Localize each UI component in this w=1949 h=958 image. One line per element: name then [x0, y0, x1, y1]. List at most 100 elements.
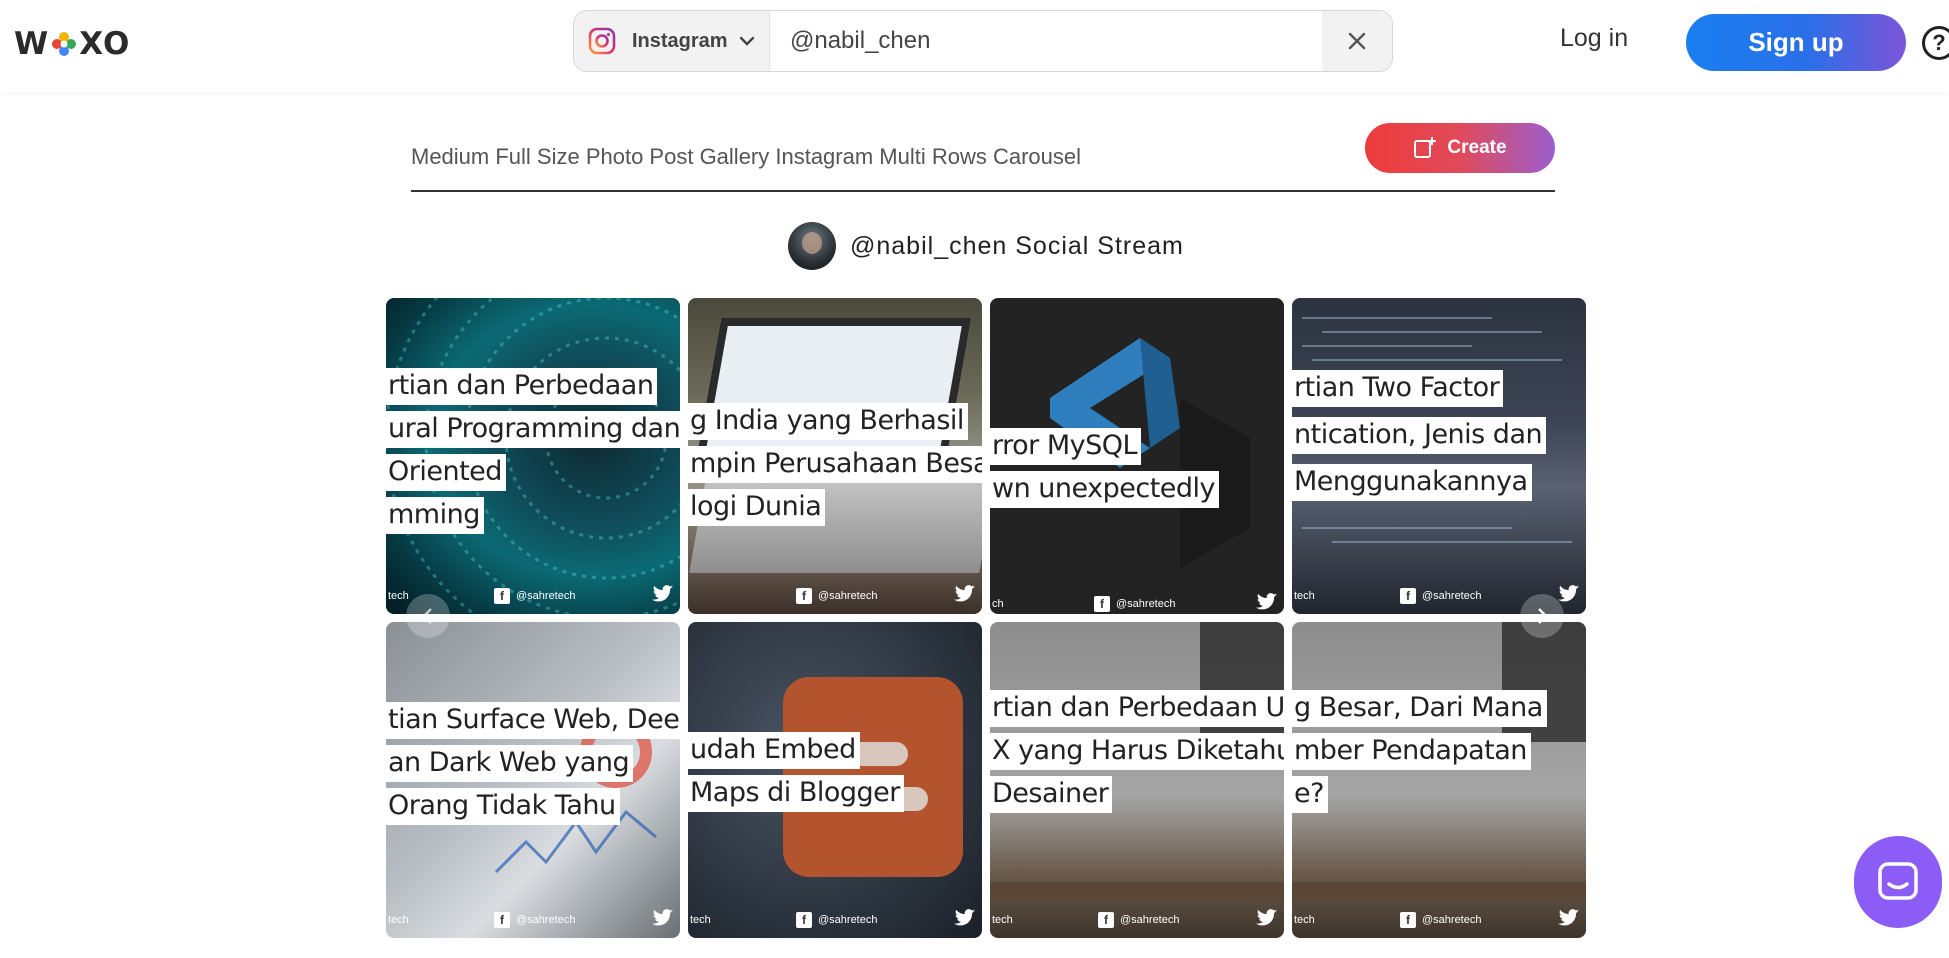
post-card[interactable]: g Besar, Dari Mana mber Pendapatan e? te…	[1292, 622, 1586, 938]
post-tag: tech	[1294, 914, 1315, 926]
post-card[interactable]: rtian dan Perbedaan UI X yang Harus Dike…	[990, 622, 1284, 938]
logo-letters-xo: XO	[79, 26, 131, 62]
search-input[interactable]	[770, 11, 1322, 71]
facebook-icon: f	[796, 588, 812, 604]
handle-text: @sahretech	[516, 914, 576, 926]
post-tag: ch	[992, 598, 1004, 610]
chat-icon	[1878, 862, 1918, 900]
platform-label: Instagram	[632, 29, 728, 52]
create-button[interactable]: Create	[1365, 123, 1555, 173]
carousel-next-button[interactable]	[1520, 594, 1564, 638]
help-icon[interactable]: ?	[1922, 26, 1949, 60]
post-card[interactable]: udah Embed Maps di Blogger tech f @sahret…	[688, 622, 982, 938]
handle-text: @sahretech	[1120, 914, 1180, 926]
post-tag: tech	[388, 914, 409, 926]
twitter-icon	[1558, 909, 1580, 926]
post-image	[1292, 622, 1586, 938]
carousel-prev-button[interactable]	[406, 594, 450, 638]
chevron-down-icon	[739, 36, 754, 46]
post-footer: tech f @sahretech	[990, 909, 1284, 932]
logo-letter-w: W	[14, 26, 50, 62]
post-caption-line: X yang Harus Diketahui	[990, 733, 1284, 770]
stream-header: @nabil_chen Social Stream	[788, 222, 1184, 270]
post-footer: tech f @sahretech	[688, 909, 982, 932]
post-card[interactable]: rror MySQL wn unexpectedly ch f @sahretec…	[990, 298, 1284, 614]
post-caption-line: e?	[1292, 776, 1328, 813]
template-title-row: Medium Full Size Photo Post Gallery Inst…	[411, 122, 1555, 192]
facebook-handle: f @sahretech	[1094, 596, 1175, 612]
login-link[interactable]: Log in	[1560, 24, 1628, 53]
close-icon	[1348, 32, 1366, 50]
facebook-handle: f @sahretech	[796, 588, 877, 604]
post-caption-line: an Dark Web yang	[386, 745, 634, 782]
post-caption-line: ural Programming dan	[386, 411, 680, 448]
facebook-icon: f	[1094, 596, 1110, 612]
search-bar: Instagram	[573, 10, 1393, 72]
twitter-icon	[1256, 909, 1278, 926]
handle-text: @sahretech	[818, 590, 878, 602]
post-caption-line: rtian dan Perbedaan	[386, 368, 658, 405]
twitter-icon	[954, 585, 976, 602]
top-header: W XO Instagram Log in Sign up ?	[0, 0, 1949, 92]
clear-search-button[interactable]	[1322, 11, 1392, 71]
handle-text: @sahretech	[1116, 598, 1176, 610]
post-card[interactable]: rtian dan Perbedaan ural Programming dan…	[386, 298, 680, 614]
platform-select[interactable]: Instagram	[574, 11, 770, 71]
facebook-icon: f	[1400, 912, 1416, 928]
post-caption-line: rtian dan Perbedaan UI	[990, 690, 1284, 727]
post-caption-line: wn unexpectedly	[990, 471, 1220, 508]
post-caption-line: Oriented	[386, 454, 506, 491]
handle-text: @sahretech	[1422, 914, 1482, 926]
twitter-icon	[1558, 585, 1580, 602]
post-caption-line: g Besar, Dari Mana	[1292, 690, 1547, 727]
post-caption-line: Maps di Blogger	[688, 775, 904, 812]
twitter-icon	[1256, 593, 1278, 610]
post-card[interactable]: tian Surface Web, Deep an Dark Web yang …	[386, 622, 680, 938]
signup-button[interactable]: Sign up	[1686, 14, 1906, 71]
facebook-icon: f	[494, 912, 510, 928]
post-caption-line: rtian Two Factor	[1292, 370, 1504, 407]
create-label: Create	[1447, 137, 1507, 158]
post-footer: tech f @sahretech	[386, 909, 680, 932]
chevron-left-icon	[422, 608, 432, 624]
twitter-icon	[954, 909, 976, 926]
chevron-right-icon	[1538, 608, 1548, 624]
twitter-icon	[652, 585, 674, 602]
post-caption-line: udah Embed	[688, 732, 860, 769]
post-tag: tech	[388, 590, 409, 602]
post-caption-line: Menggunakannya	[1292, 464, 1532, 501]
post-caption-line: mming	[386, 497, 484, 534]
post-carousel: rtian dan Perbedaan ural Programming dan…	[386, 298, 1586, 938]
post-tag: tech	[690, 914, 711, 926]
post-caption-line: Desainer	[990, 776, 1113, 813]
post-caption-line: g India yang Berhasil	[688, 403, 968, 440]
flower-logo-icon	[52, 32, 77, 56]
post-caption-line: rror MySQL	[990, 428, 1142, 465]
post-caption-line: tian Surface Web, Deep	[386, 702, 680, 739]
post-caption-line: ntication, Jenis dan	[1292, 417, 1547, 454]
chat-launcher-button[interactable]	[1854, 836, 1942, 928]
facebook-handle: f @sahretech	[796, 912, 877, 928]
post-caption-line: mpin Perusahaan Besar	[688, 446, 982, 483]
facebook-icon: f	[1400, 588, 1416, 604]
handle-text: @sahretech	[516, 590, 576, 602]
post-card[interactable]: rtian Two Factor ntication, Jenis dan Me…	[1292, 298, 1586, 614]
post-caption-line: Orang Tidak Tahu	[386, 788, 620, 825]
facebook-handle: f @sahretech	[1098, 912, 1179, 928]
facebook-icon: f	[796, 912, 812, 928]
post-caption-line: logi Dunia	[688, 489, 826, 526]
woxo-logo[interactable]: W XO	[14, 26, 130, 62]
facebook-handle: f @sahretech	[1400, 912, 1481, 928]
stream-title: @nabil_chen Social Stream	[850, 231, 1184, 260]
facebook-icon: f	[1098, 912, 1114, 928]
post-caption-line: mber Pendapatan	[1292, 733, 1531, 770]
add-post-icon	[1414, 137, 1437, 158]
post-footer: f @sahretech	[688, 585, 982, 608]
avatar	[788, 222, 836, 270]
post-image	[1292, 298, 1586, 614]
handle-text: @sahretech	[818, 914, 878, 926]
twitter-icon	[652, 909, 674, 926]
post-tag: tech	[1294, 590, 1315, 602]
post-card[interactable]: g India yang Berhasil mpin Perusahaan Be…	[688, 298, 982, 614]
post-tag: tech	[992, 914, 1013, 926]
